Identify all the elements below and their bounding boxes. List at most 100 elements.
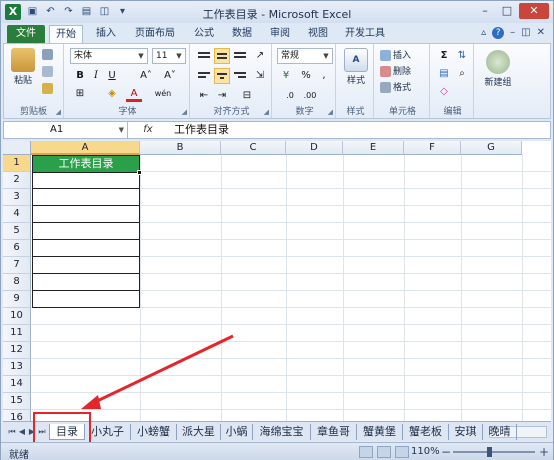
align-center-icon[interactable]	[214, 68, 230, 84]
font-color-icon[interactable]: A	[126, 86, 142, 102]
styles-button[interactable]: A 样式	[342, 48, 370, 86]
font-size-select[interactable]: 11 ▼	[152, 48, 186, 64]
clear-icon[interactable]: ◇	[436, 84, 452, 100]
row-header-10[interactable]: 10	[3, 308, 31, 325]
row-header-3[interactable]: 3	[3, 189, 31, 206]
column-header-e[interactable]: E	[343, 141, 404, 155]
font-launcher-icon[interactable]: ◢	[182, 108, 187, 116]
sheet-tab[interactable]: 海绵宝宝	[253, 424, 311, 440]
currency-icon[interactable]: ¥	[278, 68, 294, 84]
increase-indent-icon[interactable]: ⇥	[214, 88, 230, 104]
fill-color-icon[interactable]: ◈	[104, 86, 120, 102]
format-cells-button[interactable]: 格式	[380, 80, 411, 93]
sheet-tab[interactable]: 小螃蟹	[131, 424, 177, 440]
number-format-select[interactable]: 常规 ▼	[277, 48, 333, 64]
prev-sheet-icon[interactable]: ◀	[17, 425, 27, 439]
column-header-g[interactable]: G	[461, 141, 522, 155]
increase-decimal-icon[interactable]: .0	[282, 88, 298, 104]
row-header-9[interactable]: 9	[3, 291, 31, 308]
row-header-5[interactable]: 5	[3, 223, 31, 240]
sort-filter-icon[interactable]: ⇅	[454, 48, 470, 64]
column-header-c[interactable]: C	[221, 141, 286, 155]
zoom-out-button[interactable]: −	[441, 445, 451, 459]
tab-home[interactable]: 开始	[49, 25, 83, 43]
underline-button[interactable]: U	[104, 68, 120, 84]
row-header-2[interactable]: 2	[3, 172, 31, 189]
delete-cells-button[interactable]: 删除	[380, 64, 411, 77]
tab-view[interactable]: 视图	[301, 25, 335, 43]
tab-data[interactable]: 数据	[225, 25, 259, 43]
sheet-tab[interactable]: 小蜗	[221, 424, 253, 440]
align-bottom-icon[interactable]	[232, 48, 248, 64]
merge-center-icon[interactable]: ⊟	[234, 88, 260, 104]
name-box[interactable]: A1 ▼	[4, 122, 128, 138]
zoom-in-button[interactable]: +	[539, 445, 549, 459]
minimize-button[interactable]: –	[475, 3, 495, 19]
row-header-13[interactable]: 13	[3, 359, 31, 376]
tab-review[interactable]: 审阅	[263, 25, 297, 43]
fill-handle[interactable]	[137, 170, 142, 175]
sheet-tab[interactable]: 小丸子	[85, 424, 131, 440]
copy-button[interactable]	[42, 66, 55, 77]
sheet-tab[interactable]: 派大星	[177, 424, 221, 440]
zoom-level[interactable]: 110%	[411, 446, 440, 457]
sheet-tab[interactable]: 章鱼哥	[311, 424, 357, 440]
align-left-icon[interactable]	[196, 68, 212, 84]
shrink-font-button[interactable]: A˅	[160, 68, 180, 84]
cell-a1[interactable]: 工作表目录	[32, 155, 140, 173]
fill-icon[interactable]: ▤	[436, 66, 452, 82]
bordered-cell-a5[interactable]	[32, 223, 140, 240]
page-break-view-icon[interactable]	[395, 446, 409, 458]
align-top-icon[interactable]	[196, 48, 212, 64]
close-button[interactable]: ✕	[519, 3, 549, 19]
clipboard-launcher-icon[interactable]: ◢	[56, 108, 61, 116]
help-icon[interactable]: ?	[492, 27, 505, 39]
zoom-slider[interactable]	[453, 451, 535, 453]
font-name-select[interactable]: 宋体 ▼	[70, 48, 148, 64]
doc-close-icon[interactable]: ✕	[537, 27, 545, 39]
bordered-cell-a3[interactable]	[32, 189, 140, 206]
bordered-cell-a9[interactable]	[32, 291, 140, 308]
tab-insert[interactable]: 插入	[89, 25, 123, 43]
bordered-cell-a7[interactable]	[32, 257, 140, 274]
row-header-8[interactable]: 8	[3, 274, 31, 291]
row-header-1[interactable]: 1	[3, 155, 31, 172]
doc-restore-icon[interactable]: ◫	[521, 27, 530, 39]
decrease-indent-icon[interactable]: ⇤	[196, 88, 212, 104]
row-header-6[interactable]: 6	[3, 240, 31, 257]
wrap-text-icon[interactable]: ⇲	[252, 68, 268, 84]
sheet-tab[interactable]: 蟹老板	[403, 424, 449, 440]
insert-cells-button[interactable]: 插入	[380, 48, 411, 61]
ribbon-collapse-icon[interactable]: ▵	[481, 27, 486, 39]
normal-view-icon[interactable]	[359, 446, 373, 458]
first-sheet-icon[interactable]: ⏮	[7, 425, 17, 439]
worksheet-grid[interactable]: ABCDEFG1234567891011121314151617工作表目录	[3, 141, 551, 421]
row-header-12[interactable]: 12	[3, 342, 31, 359]
tab-developer[interactable]: 开发工具	[339, 25, 391, 43]
find-select-icon[interactable]: ⌕	[454, 66, 470, 82]
align-middle-icon[interactable]	[214, 48, 230, 64]
zoom-slider-thumb[interactable]	[487, 447, 492, 457]
tab-page-layout[interactable]: 页面布局	[129, 25, 181, 43]
sheet-tab[interactable]: 蟹黄堡	[357, 424, 403, 440]
sheet-tab[interactable]: 安琪	[449, 424, 483, 440]
column-header-d[interactable]: D	[286, 141, 343, 155]
autosum-button[interactable]: Σ	[436, 48, 452, 64]
bold-button[interactable]: B	[72, 68, 88, 84]
cut-button[interactable]	[42, 49, 55, 60]
phonetic-button[interactable]: wén	[150, 86, 176, 102]
comma-button[interactable]: ,	[316, 68, 332, 84]
page-layout-view-icon[interactable]	[377, 446, 391, 458]
bordered-cell-a2[interactable]	[32, 172, 140, 189]
column-header-f[interactable]: F	[404, 141, 461, 155]
select-all-corner[interactable]	[3, 141, 31, 155]
percent-button[interactable]: %	[298, 68, 314, 84]
row-header-16[interactable]: 16	[3, 410, 31, 421]
column-header-a[interactable]: A	[31, 141, 140, 155]
sheet-tab[interactable]: 晚晴	[483, 424, 517, 440]
number-launcher-icon[interactable]: ◢	[328, 108, 333, 116]
align-right-icon[interactable]	[232, 68, 248, 84]
tab-formulas[interactable]: 公式	[187, 25, 221, 43]
row-header-11[interactable]: 11	[3, 325, 31, 342]
bordered-cell-a4[interactable]	[32, 206, 140, 223]
